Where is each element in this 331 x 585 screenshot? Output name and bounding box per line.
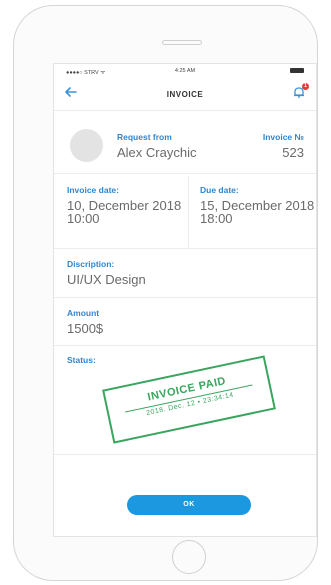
ok-button[interactable]: OK xyxy=(127,495,251,515)
description-label: Discription: xyxy=(67,259,115,269)
navbar: INVOICE 1 xyxy=(54,78,316,111)
status-bar: ●●●●○ STRV ᯤ 4:25 AM xyxy=(54,64,316,78)
page-title: INVOICE xyxy=(166,90,204,99)
status-time: 4:25 AM xyxy=(174,68,196,74)
request-section: Request from Alex Craychic Invoice № 523 xyxy=(54,111,316,174)
avatar xyxy=(70,129,103,162)
amount-section: Amount 1500$ xyxy=(54,299,316,346)
amount-value: 1500$ xyxy=(67,321,104,336)
phone-speaker xyxy=(162,40,202,45)
description-value: UI/UX Design xyxy=(67,272,146,287)
phone-frame: ●●●●○ STRV ᯤ 4:25 AM INVOICE 1 Request f… xyxy=(13,5,318,581)
home-button[interactable] xyxy=(172,540,206,574)
notification-badge: 1 xyxy=(302,83,309,90)
invoice-time-value: 10:00 xyxy=(67,211,100,226)
invoice-number-value: 523 xyxy=(282,145,304,160)
due-time-value: 18:00 xyxy=(200,211,233,226)
due-date-label: Due date: xyxy=(200,185,239,195)
status-label: Status: xyxy=(67,355,96,365)
request-from-label: Request from xyxy=(117,132,172,142)
amount-label: Amount xyxy=(67,308,100,318)
invoice-number-label: Invoice № xyxy=(262,132,304,142)
invoice-date-label: Invoice date: xyxy=(67,185,119,195)
request-from-value: Alex Craychic xyxy=(117,145,197,160)
dates-divider xyxy=(188,176,189,248)
app-screen: ●●●●○ STRV ᯤ 4:25 AM INVOICE 1 Request f… xyxy=(53,63,317,537)
description-section: Discription: UI/UX Design xyxy=(54,250,316,298)
battery-icon xyxy=(290,68,304,73)
dates-section: Invoice date: 10, December 2018 10:00 Du… xyxy=(54,175,316,249)
